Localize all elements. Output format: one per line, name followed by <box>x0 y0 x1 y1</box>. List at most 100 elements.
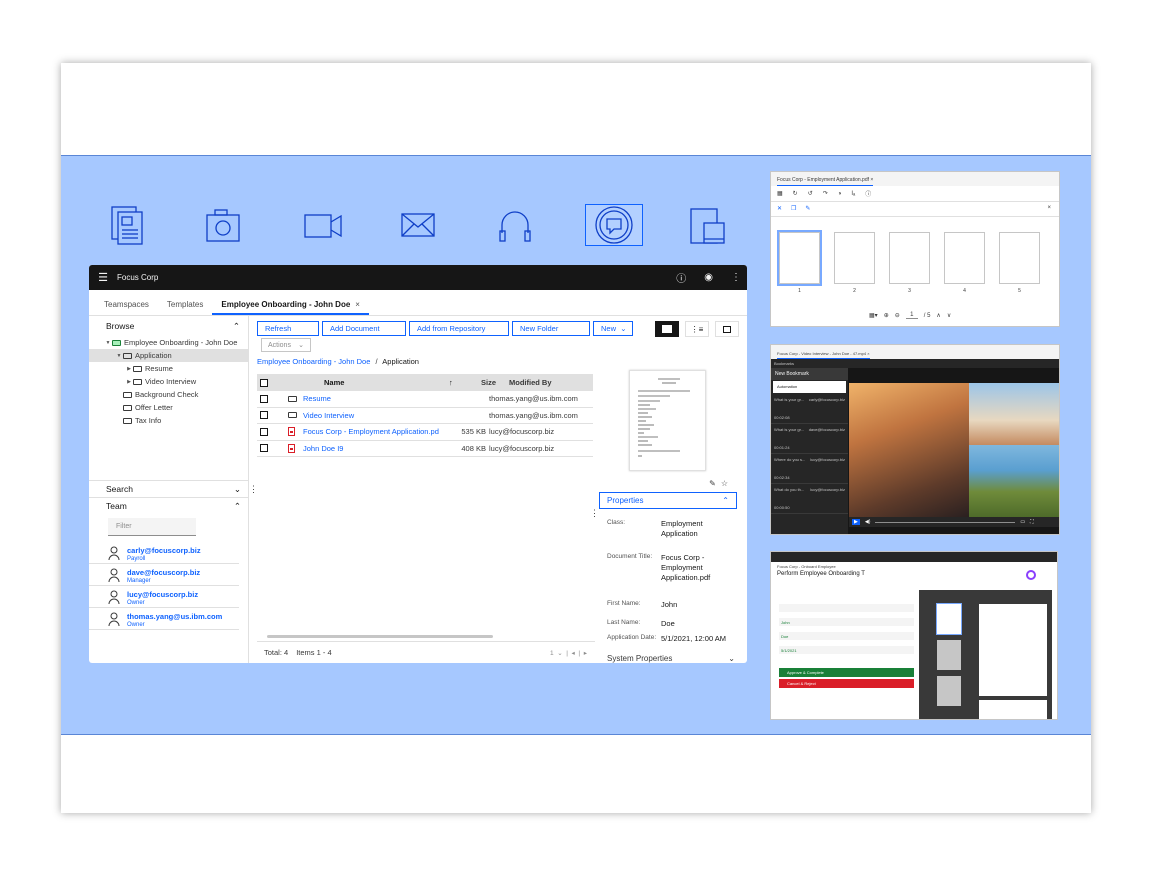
table-row[interactable]: Focus Corp - Employment Application.pdf … <box>257 424 593 441</box>
chevron-down-icon[interactable]: ∨ <box>947 312 951 319</box>
close-icon[interactable]: × <box>1047 205 1051 211</box>
undo-icon[interactable]: ↺ <box>808 190 813 197</box>
zoom-in-icon[interactable]: ⊕ <box>884 312 889 319</box>
redo-icon[interactable]: ↷ <box>823 190 828 197</box>
tree-item-tax-info[interactable]: Tax Info <box>89 414 248 427</box>
reject-button[interactable]: Cancel & Reject <box>779 679 914 688</box>
copy-icon[interactable]: ❐ <box>791 205 796 212</box>
caret-right-icon[interactable]: ▶ <box>125 366 133 372</box>
caret-right-icon[interactable]: ▶ <box>125 379 133 385</box>
tree-item-background-check[interactable]: Background Check <box>89 388 248 401</box>
caret-down-icon[interactable]: ▼ <box>104 340 112 346</box>
select-icon[interactable]: ✕ <box>777 205 782 212</box>
form-field[interactable]: Doe <box>779 632 914 640</box>
form-field[interactable]: 5/1/2021 <box>779 646 914 654</box>
approve-button[interactable]: Approve & Complete <box>779 668 914 677</box>
search-header[interactable]: Search ⌄ <box>89 481 249 497</box>
chevron-up-icon[interactable]: ⌃ <box>234 501 241 512</box>
team-member[interactable]: lucy@focuscorp.biz Owner <box>89 586 239 608</box>
tab-templates[interactable]: Templates <box>158 300 212 315</box>
bookmark-item[interactable]: What is your gr... carly@focuscorp.biz 00… <box>771 394 848 424</box>
video-frame[interactable] <box>849 383 1059 517</box>
add-from-repository-button[interactable]: Add from Repository <box>409 321 509 336</box>
form-field[interactable]: John <box>779 618 914 626</box>
info-icon[interactable]: ⓘ <box>865 189 871 198</box>
page-thumbnail[interactable] <box>999 232 1040 284</box>
video-progress-bar[interactable] <box>875 521 1016 523</box>
tab-employee-onboarding[interactable]: Employee Onboarding - John Doe × <box>212 300 369 315</box>
system-properties-header[interactable]: System Properties ⌄ <box>607 654 735 663</box>
page-input[interactable]: 1 <box>905 312 918 319</box>
browse-header[interactable]: Browse ⌃ <box>89 316 248 336</box>
row-name[interactable]: John Doe I9 <box>299 444 439 453</box>
chevron-up-icon[interactable]: ⌃ <box>233 321 240 332</box>
tab-teamspaces[interactable]: Teamspaces <box>95 300 158 315</box>
bookmark-item[interactable]: Where do you s... lucy@focuscorp.biz 00:0… <box>771 454 848 484</box>
tree-item-offer-letter[interactable]: Offer Letter <box>89 401 248 414</box>
row-checkbox[interactable] <box>260 444 268 453</box>
header-size[interactable]: Size <box>461 378 499 387</box>
splitter-handle[interactable]: ⋮ <box>590 508 599 519</box>
sort-arrow-icon[interactable]: ↑ <box>449 378 461 387</box>
annotate-icon[interactable]: ✎ <box>805 205 810 212</box>
tree-item-video-interview[interactable]: ▶ Video Interview <box>89 375 248 388</box>
tools-icon[interactable]: ▦ <box>777 190 783 197</box>
fullscreen-icon[interactable]: ⛶ <box>1030 519 1034 525</box>
chevron-up-icon[interactable]: ⌃ <box>722 496 729 505</box>
row-name[interactable]: Resume <box>299 394 439 403</box>
page-thumbnail[interactable] <box>889 232 930 284</box>
team-member[interactable]: thomas.yang@us.ibm.com Owner <box>89 608 239 630</box>
filmstrip-view-icon[interactable] <box>715 321 739 337</box>
chevron-down-icon[interactable]: ⌄ <box>234 484 241 495</box>
team-member[interactable]: dave@focuscorp.biz Manager <box>89 564 239 586</box>
user-profile-icon[interactable]: ◉ <box>704 272 713 283</box>
bookmark-filter-dropdown[interactable]: Automation <box>773 381 846 393</box>
properties-header[interactable]: Properties ⌃ <box>599 492 737 509</box>
bookmark-item[interactable]: What do you th... lucy@focuscorp.biz 00:0… <box>771 484 848 514</box>
new-folder-button[interactable]: New Folder <box>512 321 590 336</box>
captions-icon[interactable]: ▭ <box>1020 519 1025 525</box>
chevron-up-icon[interactable]: ∧ <box>936 312 940 319</box>
tree-item-application[interactable]: ▼ Application <box>89 349 248 362</box>
horizontal-scrollbar[interactable] <box>267 635 493 638</box>
row-name[interactable]: Video Interview <box>299 411 439 420</box>
refresh-button[interactable]: Refresh <box>257 321 319 336</box>
tree-view-icon[interactable]: ⋮≡ <box>685 321 709 337</box>
viewer-tab[interactable]: Focus Corp - Employment Application.pdf … <box>777 177 874 186</box>
details-view-icon[interactable] <box>655 321 679 337</box>
viewer-tab[interactable]: Focus Corp - Video Interview - John Doe … <box>777 351 870 359</box>
row-checkbox[interactable] <box>260 427 268 436</box>
team-member[interactable]: carly@focuscorp.biz Payroll <box>89 542 239 564</box>
page-thumbnail[interactable] <box>944 232 985 284</box>
rotate-icon[interactable]: ↻ <box>793 190 798 197</box>
favorite-star-icon[interactable]: ☆ <box>721 479 733 488</box>
team-header[interactable]: Team ⌃ <box>89 498 249 514</box>
chevron-down-icon[interactable]: ⌄ <box>728 654 735 663</box>
text-icon[interactable]: Iₐ <box>851 191 855 197</box>
table-row[interactable]: Resume thomas.yang@us.ibm.com <box>257 391 593 408</box>
select-all-checkbox[interactable] <box>260 378 268 387</box>
caret-down-icon[interactable]: ▼ <box>115 353 123 359</box>
overflow-menu-icon[interactable]: ⋮ <box>731 272 741 283</box>
tree-item-teamspace[interactable]: ▼ Employee Onboarding - John Doe <box>89 336 248 349</box>
help-icon[interactable]: ⓘ <box>676 270 686 285</box>
add-document-button[interactable]: Add Document <box>322 321 406 336</box>
menu-icon[interactable]: ☰ <box>89 271 117 284</box>
page-thumbnail[interactable] <box>834 232 875 284</box>
team-filter-input[interactable]: Filter <box>108 518 196 536</box>
volume-icon[interactable]: ◀) <box>865 519 871 525</box>
new-bookmark-button[interactable]: New Bookmark <box>771 368 848 380</box>
play-icon[interactable]: ▶ <box>852 519 860 525</box>
bookmark-item[interactable]: What is your gr... dave@focuscorp.biz 00:… <box>771 424 848 454</box>
row-checkbox[interactable] <box>260 411 268 420</box>
form-field[interactable] <box>779 604 914 612</box>
close-tab-icon[interactable]: × <box>355 300 360 309</box>
header-modified-by[interactable]: Modified By <box>499 378 593 387</box>
page-selector[interactable]: 1 ⌄ | ◂ | ▸ <box>550 649 587 657</box>
table-row[interactable]: John Doe I9 408 KB lucy@focuscorp.biz <box>257 441 593 457</box>
row-name[interactable]: Focus Corp - Employment Application.pdf <box>299 427 439 436</box>
row-checkbox[interactable] <box>260 394 268 403</box>
chat-bubble-icon[interactable] <box>585 204 643 246</box>
grid-icon[interactable]: ▦▾ <box>869 312 878 319</box>
header-name[interactable]: Name <box>324 378 449 387</box>
